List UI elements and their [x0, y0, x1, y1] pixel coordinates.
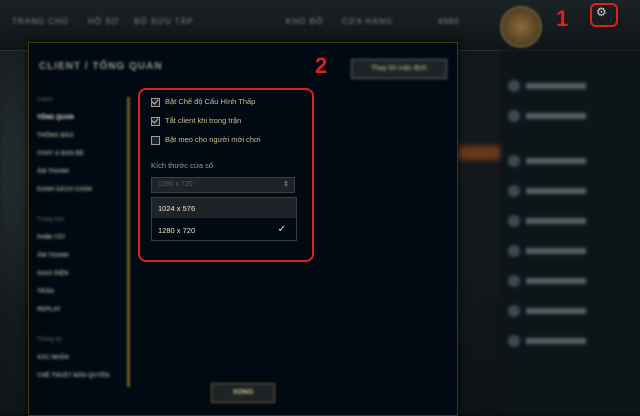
done-button[interactable]: XONG [211, 383, 275, 403]
sidebar-scrollbar[interactable] [127, 97, 130, 387]
sidebar-item-chat[interactable]: CHAT & BẠN BÈ [37, 151, 84, 157]
page-title: CLIENT / TỔNG QUAN [39, 61, 163, 72]
sidebar-item-sound[interactable]: ÂM THANH [37, 169, 69, 175]
friends-panel [500, 50, 640, 414]
avatar[interactable] [500, 6, 542, 48]
sidebar-item-replay[interactable]: REPLAY [37, 307, 61, 313]
sidebar-header-ingame: Trong trận [37, 217, 65, 223]
sidebar-item-interface[interactable]: GIAO DIỆN [37, 271, 68, 277]
annotation-box [138, 88, 314, 262]
settings-gear-icon[interactable]: ⚙ [596, 5, 607, 19]
settings-modal: CLIENT / TỔNG QUAN 2 Thay lời mặc định C… [28, 42, 458, 416]
nav-store[interactable]: CỬA HÀNG [342, 17, 393, 26]
sidebar-item-notifications[interactable]: THÔNG BÁO [37, 133, 74, 139]
sidebar-item-blocklist[interactable]: DANH SÁCH CHẶN [37, 187, 92, 193]
sidebar-item-copyright[interactable]: CHẾ THUẬT BẢN QUYỀN [37, 373, 109, 379]
annotation-marker-1: 1 [556, 6, 569, 31]
nav-loot[interactable]: KHO ĐỒ [286, 17, 324, 26]
sidebar-item-general[interactable]: TỔNG QUAN [37, 115, 74, 121]
sidebar-item-verification[interactable]: XÁC NHẬN [37, 355, 69, 361]
nav-collection[interactable]: BỘ SƯU TẬP [134, 17, 193, 26]
nav-profile[interactable]: HỒ SƠ [88, 17, 119, 26]
annotation-marker-2: 2 [315, 53, 328, 78]
sidebar-header-other: Thông tin [37, 337, 63, 343]
sidebar-item-game[interactable]: TRẬN [37, 289, 54, 295]
sidebar-item-ingame-sound[interactable]: ÂM THANH [37, 253, 69, 259]
sidebar-item-hotkeys[interactable]: PHÍM TẮT [37, 235, 65, 241]
background-art [456, 146, 500, 160]
settings-sidebar: Client TỔNG QUAN THÔNG BÁO CHAT & BẠN BÈ… [37, 93, 133, 393]
nav-home[interactable]: TRANG CHỦ [12, 17, 69, 26]
sidebar-header-client: Client [37, 97, 53, 103]
restore-defaults-button[interactable]: Thay lời mặc định [351, 59, 447, 79]
currency-count: 4980 [438, 17, 460, 26]
